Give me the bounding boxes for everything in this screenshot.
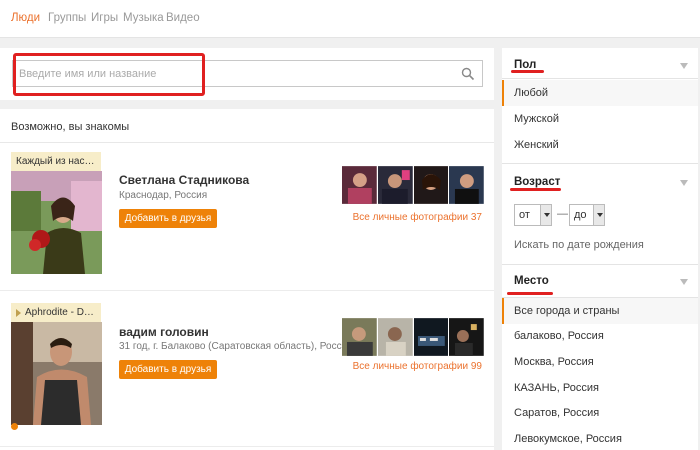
title-underline-annotation [507,292,553,295]
main-column: Возможно, вы знакомы Каждый из нас п... … [0,48,494,450]
age-from-select[interactable]: от [514,204,552,226]
results-title: Возможно, вы знакомы [11,121,130,133]
tab-music[interactable]: Музыка [123,12,164,24]
photo-thumbnail[interactable] [377,166,413,204]
play-icon [16,309,21,317]
status-tag-label: Aphrodite - Dra... [25,307,101,318]
avatar-photo [11,322,102,425]
tab-games[interactable]: Игры [91,12,118,24]
avatar[interactable] [11,322,102,425]
photo-thumbnail[interactable] [413,166,449,204]
photo-thumbnail[interactable] [449,318,484,356]
dropdown-arrow-icon [540,205,551,225]
tab-people[interactable]: Люди [11,12,40,24]
status-tag[interactable]: Каждый из нас п... [11,152,101,171]
chevron-down-icon[interactable] [680,279,688,285]
person-card: Aphrodite - Dra... вадим головин 31 год,… [0,303,494,435]
person-name[interactable]: Светлана Стадникова [119,173,249,187]
tab-groups[interactable]: Группы [48,12,86,24]
age-from-label: от [519,209,530,221]
photo-thumbnail[interactable] [342,318,377,356]
divider [0,290,494,291]
filter-age-title[interactable]: Возраст [514,176,560,188]
tab-video[interactable]: Видео [166,12,200,24]
photo-strip [342,318,484,356]
all-photos-link[interactable]: Все личные фотографии 37 [353,212,482,223]
photo-thumbnail[interactable] [413,318,449,356]
divider [0,446,494,447]
gender-option-female[interactable]: Женский [514,139,559,151]
birthday-search-link[interactable]: Искать по дате рождения [514,239,644,251]
title-underline-annotation [510,188,561,191]
place-option[interactable]: Москва, Россия [514,356,594,368]
filter-place-title[interactable]: Место [514,275,549,287]
avatar[interactable] [11,171,102,274]
person-card: Каждый из нас п... Светлана Стадникова К… [0,152,494,284]
online-status-indicator [11,423,18,430]
place-option-all[interactable]: Все города и страны [514,305,619,317]
filters-sidebar: Пол Любой Мужской Женский Возраст от — д… [502,48,698,450]
dropdown-arrow-icon [593,205,604,225]
place-option[interactable]: Левокумское, Россия [514,433,622,445]
search-box[interactable] [12,60,483,87]
person-location: 31 год, г. Балаково (Саратовская область… [119,341,353,352]
status-tag[interactable]: Aphrodite - Dra... [11,303,101,322]
divider [502,78,698,79]
avatar-photo [11,171,102,274]
divider [0,142,494,143]
place-option[interactable]: Саратов, Россия [514,407,599,419]
gender-option-any[interactable]: Любой [514,87,548,99]
title-underline-annotation [511,70,544,73]
person-name[interactable]: вадим головин [119,325,209,339]
age-range-dash: — [557,208,568,220]
age-to-label: до [574,209,587,221]
divider [502,163,698,164]
divider [502,264,698,265]
add-friend-button[interactable]: Добавить в друзья [119,209,217,228]
place-option[interactable]: балаково, Россия [514,330,604,342]
search-panel [0,48,494,100]
photo-thumbnail[interactable] [377,318,413,356]
photo-thumbnail[interactable] [449,166,484,204]
gender-option-male[interactable]: Мужской [514,113,559,125]
chevron-down-icon[interactable] [680,180,688,186]
chevron-down-icon[interactable] [680,63,688,69]
search-icon[interactable] [461,67,475,81]
age-to-select[interactable]: до [569,204,605,226]
search-input[interactable] [19,64,449,84]
top-tabs: Люди Группы Игры Музыка Видео [0,0,700,38]
place-option[interactable]: КАЗАНЬ, Россия [514,382,599,394]
photo-strip [342,166,484,204]
results-panel: Возможно, вы знакомы Каждый из нас п... … [0,109,494,450]
add-friend-button[interactable]: Добавить в друзья [119,360,217,379]
all-photos-link[interactable]: Все личные фотографии 99 [353,361,482,372]
photo-thumbnail[interactable] [342,166,377,204]
person-location: Краснодар, Россия [119,190,208,201]
